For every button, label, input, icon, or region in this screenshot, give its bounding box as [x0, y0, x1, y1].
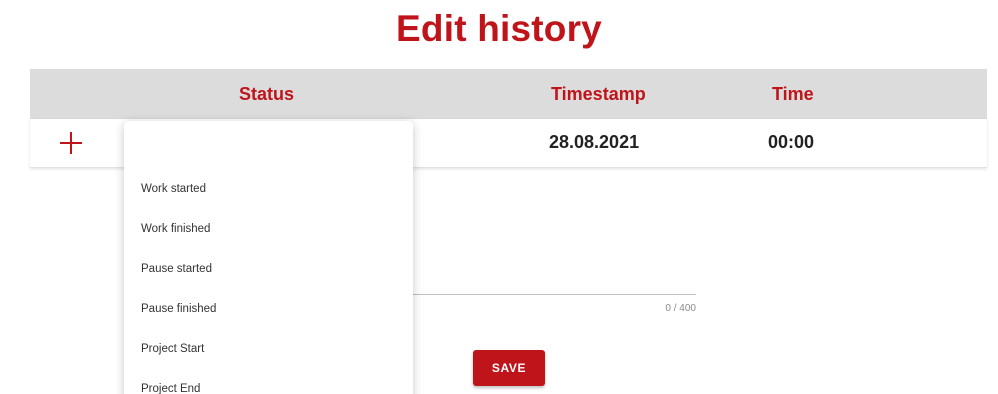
page-title: Edit history [396, 8, 602, 49]
plus-icon[interactable] [60, 131, 84, 155]
save-button[interactable]: SAVE [473, 350, 545, 386]
table-header: Status Timestamp Time [30, 69, 987, 119]
column-header-status: Status [239, 84, 295, 104]
character-counter: 0 / 400 [665, 303, 696, 314]
edit-history-page: Edit history Status Timestamp Time 28.08… [0, 0, 998, 394]
comment-field[interactable] [400, 294, 696, 295]
row-timestamp[interactable]: 28.08.2021 [549, 132, 639, 153]
column-header-time: Time [772, 84, 814, 104]
dropdown-option-project-start[interactable]: Project Start [141, 343, 204, 355]
dropdown-option-pause-started[interactable]: Pause started [141, 263, 212, 275]
row-time[interactable]: 00:00 [768, 132, 814, 153]
dropdown-option-work-started[interactable]: Work started [141, 183, 206, 195]
dropdown-option-work-finished[interactable]: Work finished [141, 223, 210, 235]
dropdown-option-pause-finished[interactable]: Pause finished [141, 303, 216, 315]
dropdown-option-project-end[interactable]: Project End [141, 383, 200, 394]
status-dropdown-panel: Work started Work finished Pause started… [124, 121, 413, 394]
column-header-timestamp: Timestamp [551, 84, 646, 104]
